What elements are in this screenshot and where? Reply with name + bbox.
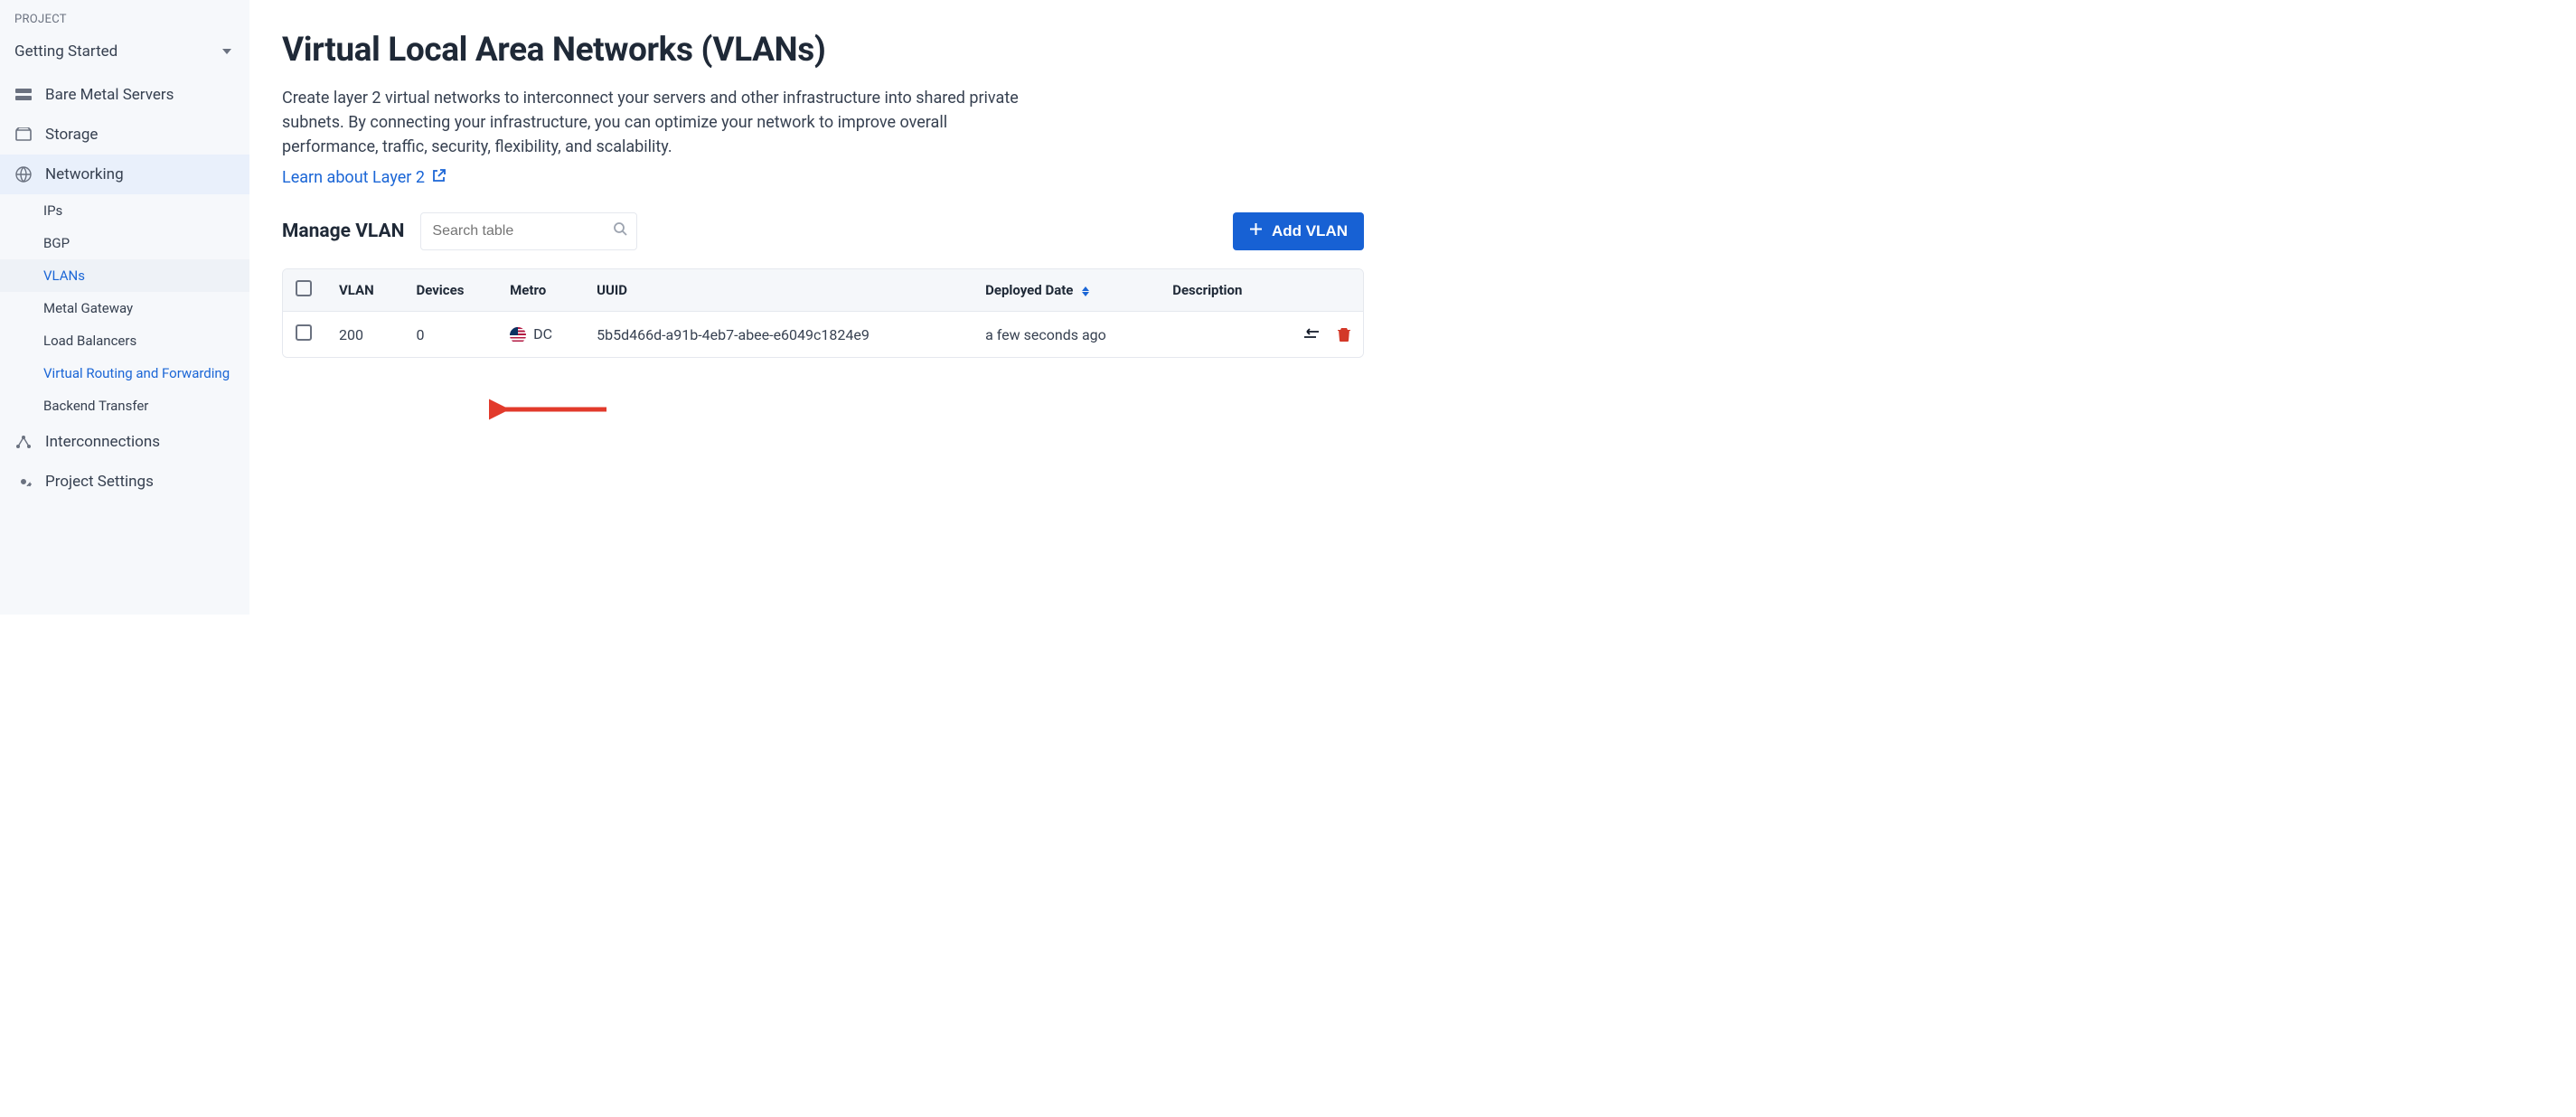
sidebar-item-bare-metal[interactable]: Bare Metal Servers [0, 75, 249, 115]
globe-icon [14, 166, 33, 183]
table-header-row: VLAN Devices Metro UUID Deployed Date De… [283, 269, 1363, 312]
sidebar-item-label: Bare Metal Servers [45, 86, 174, 104]
sidebar-item-project-settings[interactable]: Project Settings [0, 462, 249, 502]
subnav-item-ips[interactable]: IPs [0, 194, 249, 227]
project-selector[interactable]: Getting Started [0, 28, 249, 75]
cell-metro: DC [497, 312, 584, 357]
learn-link-label: Learn about Layer 2 [282, 168, 425, 187]
us-flag-icon [510, 327, 526, 343]
subnav-item-vlans[interactable]: VLANs [0, 259, 249, 292]
col-description[interactable]: Description [1160, 269, 1282, 312]
col-vlan[interactable]: VLAN [326, 269, 403, 312]
sidebar-item-storage[interactable]: Storage [0, 115, 249, 155]
row-checkbox[interactable] [296, 324, 312, 341]
sidebar-item-label: Project Settings [45, 473, 154, 491]
cell-metro-label: DC [533, 325, 552, 343]
sort-indicator-icon [1082, 286, 1089, 296]
select-all-checkbox[interactable] [296, 280, 312, 296]
plus-icon [1249, 222, 1263, 240]
add-vlan-button[interactable]: Add VLAN [1233, 212, 1364, 250]
cell-vlan: 200 [326, 312, 403, 357]
sidebar-item-label: Networking [45, 165, 124, 183]
sidebar: PROJECT Getting Started Bare Metal Serve… [0, 0, 249, 615]
sidebar-item-networking[interactable]: Networking [0, 155, 249, 194]
cell-deployed: a few seconds ago [973, 312, 1160, 357]
search-input[interactable] [421, 213, 636, 249]
attach-icon[interactable] [1303, 328, 1320, 341]
servers-icon [14, 89, 33, 101]
main-content: Virtual Local Area Networks (VLANs) Crea… [249, 0, 1396, 615]
search-icon [614, 222, 627, 240]
col-deployed-label: Deployed Date [985, 282, 1073, 298]
subnav-item-backend-transfer[interactable]: Backend Transfer [0, 390, 249, 422]
search-input-wrap[interactable] [420, 212, 637, 250]
subnav-item-bgp[interactable]: BGP [0, 227, 249, 259]
networking-subnav: IPs BGP VLANs Metal Gateway Load Balance… [0, 194, 249, 422]
interconnections-icon [14, 435, 33, 449]
col-devices[interactable]: Devices [403, 269, 497, 312]
project-section-label: PROJECT [0, 13, 249, 28]
cell-uuid: 5b5d466d-a91b-4eb7-abee-e6049c1824e9 [584, 312, 973, 357]
col-deployed[interactable]: Deployed Date [973, 269, 1160, 312]
learn-about-layer2-link[interactable]: Learn about Layer 2 [282, 168, 446, 187]
subnav-item-load-balancers[interactable]: Load Balancers [0, 324, 249, 357]
vlan-table: VLAN Devices Metro UUID Deployed Date De… [282, 268, 1364, 358]
delete-icon[interactable] [1338, 327, 1350, 342]
page-title: Virtual Local Area Networks (VLANs) [282, 31, 1364, 70]
subnav-item-vrf[interactable]: Virtual Routing and Forwarding [0, 357, 249, 390]
page-description: Create layer 2 virtual networks to inter… [282, 86, 1023, 159]
manage-toolbar: Manage VLAN Add VLAN [282, 212, 1364, 250]
cell-description [1160, 312, 1282, 357]
sidebar-item-label: Interconnections [45, 433, 160, 451]
col-metro[interactable]: Metro [497, 269, 584, 312]
cell-devices: 0 [403, 312, 497, 357]
row-actions [1294, 327, 1350, 342]
add-vlan-label: Add VLAN [1272, 222, 1348, 240]
storage-icon [14, 127, 33, 142]
col-uuid[interactable]: UUID [584, 269, 973, 312]
table-row[interactable]: 200 0 DC 5b5d466d-a91b-4eb7-abee-e6049c1… [283, 312, 1363, 357]
sidebar-item-interconnections[interactable]: Interconnections [0, 422, 249, 462]
annotation-arrow-icon [489, 398, 616, 421]
project-name: Getting Started [14, 42, 118, 61]
chevron-down-icon [222, 49, 231, 54]
sidebar-item-label: Storage [45, 126, 98, 144]
subnav-item-metal-gateway[interactable]: Metal Gateway [0, 292, 249, 324]
gear-icon [14, 474, 33, 490]
manage-vlan-label: Manage VLAN [282, 221, 404, 242]
external-link-icon [432, 168, 446, 187]
